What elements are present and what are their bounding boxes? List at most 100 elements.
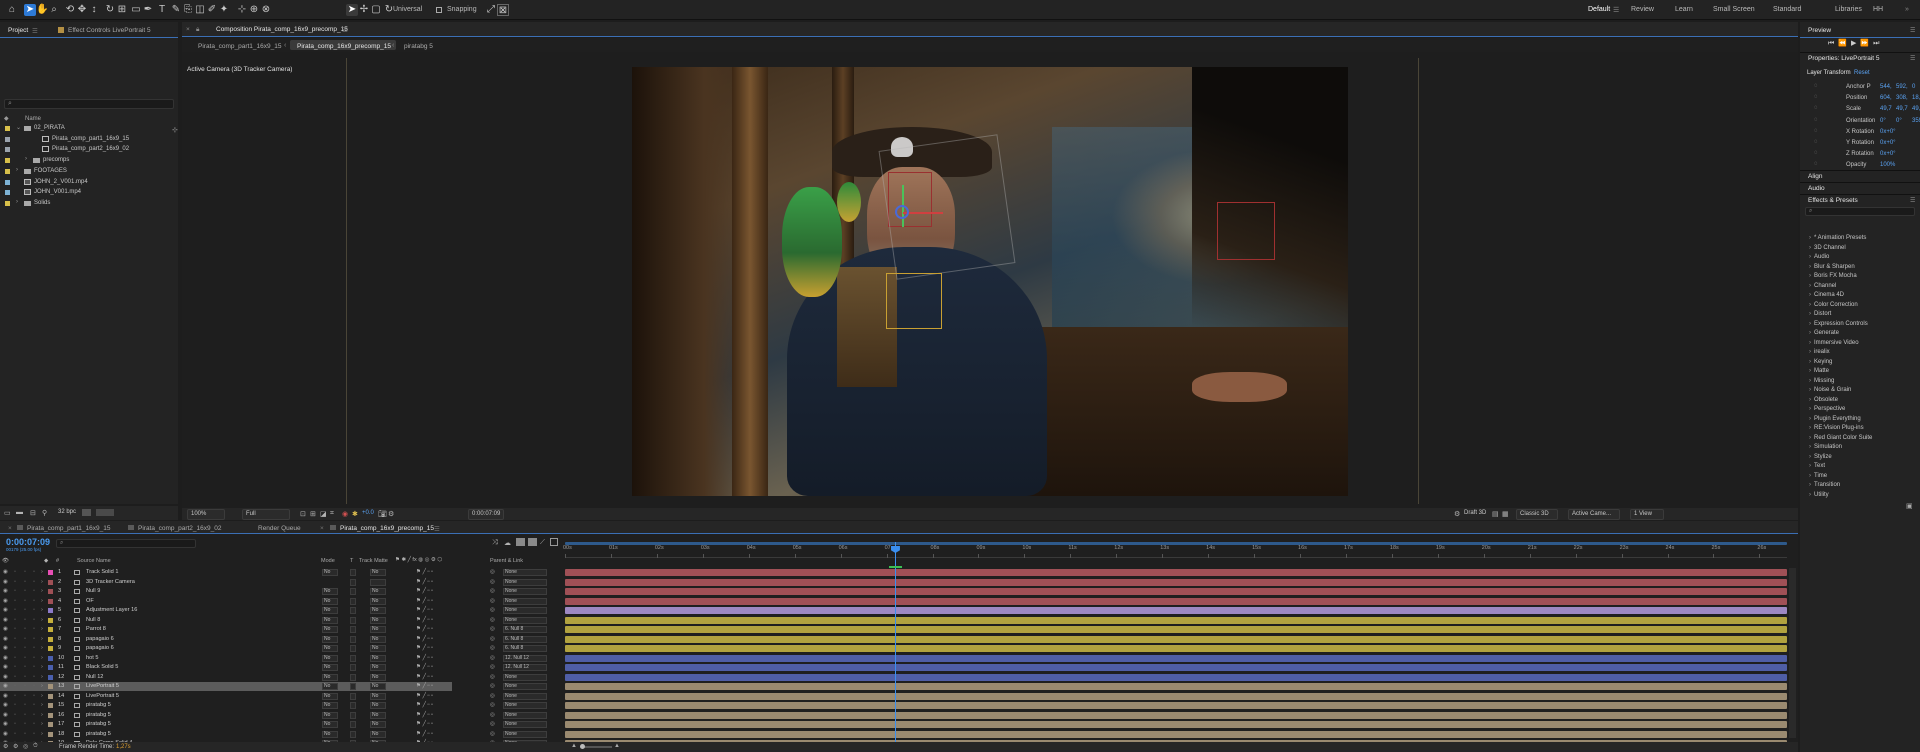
solo-toggle[interactable]: ▫ [24,712,26,718]
layer-row[interactable]: ◉ ▫ ▫ ▫ › 3 Null 9 No No ⚑ ╱ ▫ ▫ ◎ None [0,587,547,596]
lock-toggle[interactable]: ▫ [33,579,35,585]
render-time-icon[interactable]: ⏱ [33,743,38,750]
layer-duration-bar[interactable] [565,683,1787,690]
property-value[interactable]: 0x+0° [1880,129,1896,135]
property-value[interactable]: 49,7 [1896,106,1908,112]
parent-select[interactable]: 6. Null 8 [503,635,547,643]
tab-piratabg[interactable]: piratabg 5 [404,43,433,50]
expand-chevron-icon[interactable]: › [41,702,43,708]
effect-category[interactable]: › Time [1809,473,1827,479]
audio-toggle[interactable]: ▫ [14,569,16,575]
workspace-hh[interactable]: HH [1873,6,1883,13]
pickwhip-icon[interactable]: ◎ [490,721,495,727]
layer-duration-bar[interactable] [565,578,1787,586]
new-comp-icon[interactable]: ⊟ [30,509,36,517]
motion-blur-icon[interactable] [528,538,537,546]
flowchart-icon[interactable]: ⊹ [172,126,178,134]
transform-property-row[interactable]: ◌ Z Rotation 0x+0° [1808,150,1920,160]
lock-toggle[interactable]: ▫ [33,617,35,623]
layer-duration-bar[interactable] [565,654,1787,662]
label-color-swatch[interactable] [48,712,53,718]
solo-toggle[interactable]: ▫ [24,702,26,708]
pickwhip-icon[interactable]: ◎ [490,607,495,613]
layer-switches[interactable]: ⚑ ╱ ▫ ▫ [416,626,433,632]
parent-select[interactable]: None [503,673,547,681]
chevron-right-icon[interactable]: › [16,167,18,173]
parent-select[interactable]: 12. Null 12 [503,654,547,662]
blend-mode-select[interactable]: No [322,597,338,605]
reset-link[interactable]: Reset [1854,70,1870,76]
project-item[interactable]: JOHN_2_V001.mp4 [0,178,178,187]
layer-name[interactable]: papagaio 6 [86,636,114,642]
layer-row[interactable]: ◉ ▫ ▫ ▫ › 5 Adjustment Layer 16 No No ⚑ ╱ ▫ ▫ ◎ Non… [0,606,547,615]
visibility-eye-icon[interactable]: ◉ [3,702,8,708]
play-icon[interactable]: ▶ [1851,40,1860,47]
parent-select[interactable]: None [503,597,547,605]
layer-switches-icon[interactable]: ⚙ [3,743,8,750]
audio-title[interactable]: Audio [1808,185,1825,192]
visibility-eye-icon[interactable]: ◉ [3,674,8,680]
tab-project[interactable]: Project [8,27,28,34]
layer-row[interactable]: ◉ ▫ ▫ ▫ › 10 hot 5 No No ⚑ ╱ ▫ ▫ ◎ 12. Null 12 [0,654,547,663]
visibility-eye-icon[interactable]: ◉ [3,712,8,718]
blend-mode-select[interactable]: No [322,635,338,643]
lock-toggle[interactable]: ▫ [33,712,35,718]
prev-frame-icon[interactable]: ⏪ [1838,40,1851,47]
workspace-small-screen[interactable]: Small Screen [1713,6,1755,13]
visibility-eye-icon[interactable]: ◉ [3,636,8,642]
layer-duration-bar[interactable] [565,607,1787,614]
audio-toggle[interactable]: ▫ [14,655,16,661]
layer-switches[interactable]: ⚑ ╱ ▫ ▫ [416,693,433,699]
blend-mode-select[interactable]: No [322,664,338,671]
preserve-transparency-toggle[interactable] [350,635,356,643]
preserve-transparency-toggle[interactable] [350,607,356,614]
solo-toggle[interactable]: ▫ [24,674,26,680]
expand-chevron-icon[interactable]: › [41,712,43,718]
zoom-slider[interactable] [580,744,612,749]
scale-3d-icon[interactable]: ▢ [370,4,382,16]
zoom-in-icon[interactable]: ▲ [614,743,620,749]
layer-name[interactable]: LivePortrait 5 [86,683,119,689]
expand-chevron-icon[interactable]: › [41,721,43,727]
layer-duration-bar[interactable] [565,664,1787,671]
label-color-swatch[interactable] [48,636,53,642]
property-value[interactable]: 604, [1880,95,1892,101]
effect-category[interactable]: › Text [1809,463,1825,469]
property-value[interactable]: 49,7 [1912,106,1920,112]
preserve-transparency-toggle[interactable] [350,711,356,719]
time-ruler[interactable]: 00s 01s 02s 03s 04s 05s 06s 07s 08s 09s 10s 11s 12s 1… [563,545,1787,558]
audio-toggle[interactable]: ▫ [14,731,16,737]
current-time-field[interactable]: 0:00:07:09 [468,509,504,520]
parent-select[interactable]: None [503,569,547,576]
visibility-eye-icon[interactable]: ◉ [3,683,8,689]
lock-toggle[interactable]: ▫ [33,655,35,661]
track-matte-select[interactable]: No [370,692,386,700]
timeline-menu-icon[interactable]: ☰ [434,525,440,533]
lock-toggle[interactable]: ▫ [33,664,35,670]
visibility-eye-icon[interactable]: ◉ [3,607,8,613]
audio-toggle[interactable]: ▫ [14,598,16,604]
solo-toggle[interactable]: ▫ [24,645,26,651]
layer-row[interactable]: ◉ ▫ ▫ ▫ › 12 Null 12 No No ⚑ ╱ ▫ ▫ ◎ None [0,673,547,682]
effect-category[interactable]: › RE:Vision Plug-ins [1809,425,1864,431]
layer-row[interactable]: ◉ ▫ ▫ ▫ › 8 papagaio 6 No No ⚑ ╱ ▫ ▫ ◎ 6. Null 8 [0,635,547,644]
timeline-tab-render-queue[interactable]: Render Queue [258,525,301,532]
project-item[interactable]: › Solids [0,199,178,208]
property-value[interactable]: 0° [1880,118,1886,124]
snapping-checkbox[interactable] [436,7,442,13]
track-matte-select[interactable]: No [370,597,386,605]
track-matte-select[interactable]: No [370,569,386,576]
parent-select[interactable]: None [503,616,547,624]
name-column-header[interactable]: Name [25,116,41,122]
stopwatch-icon[interactable]: ◌ [1814,105,1818,111]
rotate-tool-icon[interactable]: ↻ [104,4,116,16]
local-axis-icon[interactable]: ⊹ [236,4,248,16]
label-color-swatch[interactable] [5,158,10,164]
effect-category[interactable]: › Utility [1809,492,1829,498]
stopwatch-icon[interactable]: ◌ [1814,139,1818,145]
solo-toggle[interactable]: ▫ [24,579,26,585]
parent-select[interactable]: 12. Null 12 [503,664,547,671]
puppet-tool-icon[interactable]: ✦ [218,4,230,16]
transform-property-row[interactable]: ◌ X Rotation 0x+0° [1808,128,1920,138]
preserve-transparency-toggle[interactable] [350,588,356,595]
